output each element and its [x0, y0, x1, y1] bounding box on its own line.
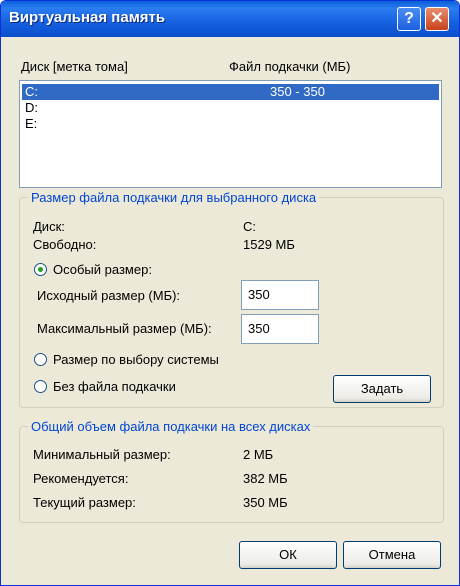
drive-label: E:	[25, 116, 38, 131]
disk-column-header: Диск [метка тома]	[21, 59, 128, 74]
drive-item-d[interactable]: D:	[22, 100, 439, 116]
min-size-value: 2 МБ	[243, 447, 274, 462]
disk-value: C:	[243, 219, 256, 234]
current-size-value: 350 МБ	[243, 495, 288, 510]
close-button[interactable]: ✕	[425, 7, 449, 31]
paging-file-column-header: Файл подкачки (МБ)	[229, 59, 351, 74]
selected-drive-group-title: Размер файла подкачки для выбранного дис…	[31, 190, 317, 205]
current-size-label: Текущий размер:	[33, 495, 136, 510]
set-button[interactable]: Задать	[333, 375, 431, 403]
title-bar[interactable]: Виртуальная память ? ✕	[1, 1, 459, 37]
ok-button[interactable]: ОК	[239, 541, 337, 569]
free-space-value: 1529 МБ	[243, 237, 295, 252]
close-icon: ✕	[430, 10, 444, 27]
min-size-label: Минимальный размер:	[33, 447, 171, 462]
dialog-title: Виртуальная память	[9, 9, 166, 26]
system-managed-radio[interactable]	[34, 353, 47, 366]
free-space-label: Свободно:	[33, 237, 97, 252]
drive-item-e[interactable]: E:	[22, 116, 439, 132]
drive-label: D:	[25, 100, 38, 115]
recommended-value: 382 МБ	[243, 471, 288, 486]
help-icon: ?	[404, 10, 414, 27]
no-paging-file-radio[interactable]	[34, 380, 47, 393]
recommended-label: Рекомендуется:	[33, 471, 129, 486]
drive-label: C:	[25, 84, 38, 99]
system-managed-label[interactable]: Размер по выбору системы	[53, 352, 219, 367]
max-size-label: Максимальный размер (МБ):	[37, 321, 212, 336]
disk-label: Диск:	[33, 219, 65, 234]
initial-size-input[interactable]: 350	[241, 280, 319, 310]
custom-size-label[interactable]: Особый размер:	[53, 262, 152, 277]
help-button[interactable]: ?	[397, 7, 421, 31]
total-paging-group-title: Общий объем файла подкачки на всех диска…	[31, 419, 311, 434]
cancel-button[interactable]: Отмена	[343, 541, 441, 569]
virtual-memory-dialog: Виртуальная память ? ✕ Диск [метка тома]…	[0, 0, 460, 586]
no-paging-file-label[interactable]: Без файла подкачки	[53, 379, 176, 394]
drive-item-c[interactable]: C: 350 - 350	[22, 84, 439, 100]
max-size-input[interactable]: 350	[241, 314, 319, 344]
custom-size-radio[interactable]	[34, 263, 47, 276]
drive-paging-size: 350 - 350	[270, 84, 325, 99]
drive-list[interactable]: C: 350 - 350 D: E:	[19, 80, 442, 188]
initial-size-label: Исходный размер (МБ):	[37, 288, 181, 303]
